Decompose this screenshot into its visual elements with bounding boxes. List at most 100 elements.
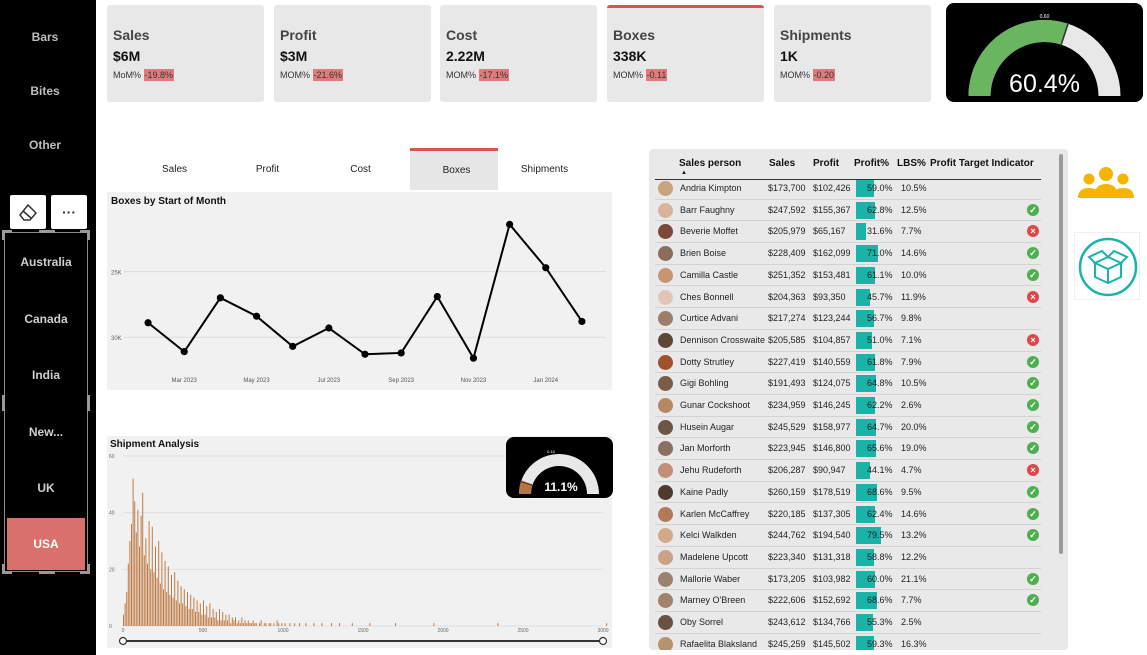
data-point[interactable] — [216, 294, 224, 302]
histogram-bar[interactable] — [156, 577, 158, 626]
histogram-bar[interactable] — [339, 623, 340, 626]
histogram-bar[interactable] — [238, 620, 240, 626]
data-point[interactable] — [578, 317, 586, 326]
histogram-bar[interactable] — [158, 541, 160, 626]
histogram-bar[interactable] — [185, 606, 187, 626]
eraser-button[interactable] — [10, 195, 46, 229]
histogram-bar[interactable] — [236, 623, 238, 626]
histogram-bar[interactable] — [199, 603, 201, 626]
histogram-bar[interactable] — [331, 623, 332, 626]
histogram-bar[interactable] — [203, 600, 204, 627]
table-row[interactable]: Marney O'Breen $222,606 $152,692 68.6% 7.7% ✓ — [655, 590, 1041, 612]
region-item-uk[interactable]: UK — [7, 462, 85, 514]
histogram-bar[interactable] — [147, 563, 148, 626]
histogram-bar[interactable] — [148, 521, 150, 626]
tab-shipments[interactable]: Shipments — [498, 148, 591, 190]
table-row[interactable]: Rafaelita Blaksland $245,259 $145,502 59.3%… — [655, 634, 1041, 650]
histogram-bar[interactable] — [131, 524, 132, 626]
histogram-bar[interactable] — [228, 614, 230, 626]
histogram-bar[interactable] — [159, 583, 161, 627]
table-row[interactable]: Kelci Walkden $244,762 $194,540 79.5% 13.2% ✓ — [655, 525, 1041, 547]
histogram-bar[interactable] — [129, 541, 131, 626]
histogram-bar[interactable] — [142, 492, 144, 626]
histogram-bar[interactable] — [299, 623, 300, 626]
data-point[interactable] — [361, 350, 369, 358]
table-row[interactable]: Camilla Castle $251,352 $153,481 61.1% 10.0%… — [655, 265, 1041, 287]
table-scrollbar[interactable] — [1059, 154, 1063, 554]
table-row[interactable]: Brien Boise $228,409 $162,099 71.0% 14.6% ✓ — [655, 243, 1041, 265]
histogram-bar[interactable] — [305, 623, 307, 626]
histogram-bar[interactable] — [270, 623, 272, 626]
tab-cost[interactable]: Cost — [314, 148, 407, 190]
histogram-bar[interactable] — [126, 592, 128, 626]
table-row[interactable]: Dennison Crosswaite $205,585 $104,857 51.0%… — [655, 330, 1041, 352]
nav-item-other[interactable]: Other — [0, 138, 90, 152]
data-point[interactable] — [289, 342, 297, 350]
histogram-bar[interactable] — [260, 620, 262, 626]
histogram-bar[interactable] — [172, 597, 174, 626]
histogram-bar[interactable] — [139, 546, 140, 626]
histogram-bar[interactable] — [289, 623, 291, 626]
nav-item-bars[interactable]: Bars — [0, 30, 90, 44]
histogram-bar[interactable] — [190, 594, 192, 626]
kpi-card-cost[interactable]: Cost 2.22M MOM% -17.1% — [440, 5, 597, 102]
histogram-bar[interactable] — [135, 532, 137, 627]
team-icon-button[interactable] — [1075, 160, 1137, 206]
table-row[interactable]: Jan Morforth $223,945 $146,800 65.6% 19.0% ✓ — [655, 438, 1041, 461]
histogram-bar[interactable] — [433, 623, 435, 626]
histogram-bar[interactable] — [231, 617, 233, 627]
table-row[interactable]: Jehu Rudeforth $206,287 $90,947 44.1% 4.7% × — [655, 460, 1041, 482]
data-point[interactable] — [397, 349, 405, 357]
histogram-bar[interactable] — [177, 580, 179, 626]
histogram-bar[interactable] — [134, 501, 136, 626]
histogram-bar[interactable] — [188, 609, 190, 626]
table-row[interactable]: Barr Faughny $247,592 $155,367 62.8% 12.5% ✓ — [655, 200, 1041, 222]
histogram-bar[interactable] — [163, 589, 164, 626]
histogram-bar[interactable] — [220, 620, 222, 626]
histogram-bar[interactable] — [132, 478, 134, 626]
tab-profit[interactable]: Profit — [221, 148, 314, 190]
histogram-bar[interactable] — [243, 623, 244, 626]
histogram-bar[interactable] — [278, 623, 280, 626]
histogram-bar[interactable] — [201, 614, 203, 626]
region-item-canada[interactable]: Canada — [7, 293, 85, 345]
resize-handle[interactable] — [2, 230, 5, 240]
histogram-bar[interactable] — [235, 617, 236, 627]
histogram-bar[interactable] — [241, 617, 243, 627]
table-row[interactable]: Gunar Cockshoot $234,959 $146,245 62.2% 2.6%… — [655, 395, 1041, 417]
table-row[interactable]: Kaine Padly $260,159 $178,519 68.6% 9.5% ✓ — [655, 482, 1041, 504]
histogram-bar[interactable] — [217, 620, 219, 626]
data-point[interactable] — [542, 264, 550, 272]
histogram-bar[interactable] — [161, 552, 163, 626]
range-slider-handle-min[interactable] — [118, 636, 128, 646]
histogram-bar[interactable] — [198, 611, 200, 626]
histogram-bar[interactable] — [123, 614, 124, 626]
column-header-lbs-pct[interactable]: LBS% — [897, 158, 926, 169]
histogram-bar[interactable] — [204, 614, 206, 626]
histogram-bar[interactable] — [265, 623, 267, 626]
range-slider-handle-max[interactable] — [598, 636, 608, 646]
resize-handle[interactable] — [2, 395, 5, 411]
tab-boxes[interactable]: Boxes — [410, 148, 503, 190]
table-row[interactable]: Gigi Bohling $191,493 $124,075 64.8% 10.5% ✓ — [655, 373, 1041, 395]
histogram-bar[interactable] — [207, 617, 209, 627]
table-row[interactable]: Husein Augar $245,529 $158,977 64.7% 20.0% ✓ — [655, 417, 1041, 439]
data-point[interactable] — [433, 292, 441, 301]
histogram-bar[interactable] — [244, 620, 246, 626]
data-point[interactable] — [144, 319, 152, 327]
resize-handle[interactable] — [39, 571, 55, 574]
histogram-bar[interactable] — [247, 620, 249, 626]
table-row[interactable]: Beverie Moffet $205,979 $65,167 31.6% 7.7% × — [655, 221, 1041, 244]
histogram-bar[interactable] — [140, 515, 142, 627]
region-item-india[interactable]: India — [7, 349, 85, 401]
histogram-bar[interactable] — [195, 611, 196, 626]
kpi-card-sales[interactable]: Sales $6M MoM% -19.8% — [107, 5, 264, 102]
histogram-bar[interactable] — [281, 623, 283, 626]
data-point[interactable] — [469, 354, 478, 362]
region-item-australia[interactable]: Australia — [7, 236, 85, 288]
histogram-bar[interactable] — [254, 623, 256, 626]
resize-handle[interactable] — [87, 230, 90, 240]
resize-handle[interactable] — [87, 395, 90, 411]
histogram-bar[interactable] — [124, 603, 126, 626]
histogram-bar[interactable] — [155, 546, 156, 626]
